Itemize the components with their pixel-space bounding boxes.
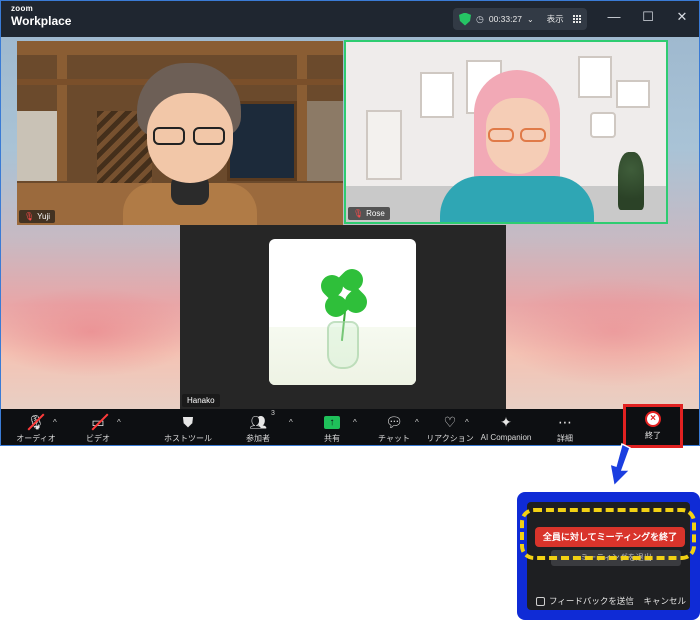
minimize-button[interactable]: — bbox=[607, 10, 621, 23]
title-bar: zoom Workplace ◷ 00:33:27 ⌄ 表示 — ☐ ✕ bbox=[1, 1, 699, 37]
avatar bbox=[123, 63, 257, 225]
share-label: 共有 bbox=[324, 434, 340, 443]
cancel-button[interactable]: キャンセル bbox=[643, 595, 686, 607]
video-stage: 🎙︎ Yuji 🎙︎ Rose Hanako bbox=[1, 37, 699, 409]
audio-label: オーディオ bbox=[16, 434, 56, 443]
feedback-label: フィードバックを送信 bbox=[549, 596, 634, 606]
mic-muted-icon: 🎙︎ bbox=[353, 209, 364, 218]
brand-big: Workplace bbox=[11, 14, 72, 28]
participant-name: Hanako bbox=[187, 396, 215, 405]
annotation-arrow bbox=[609, 442, 632, 488]
checkbox-icon[interactable] bbox=[536, 597, 545, 607]
background-cloud bbox=[499, 277, 699, 387]
annotation-highlight-ring bbox=[520, 508, 696, 560]
heart-icon: ♡ bbox=[443, 413, 457, 430]
chevron-down-icon[interactable]: ⌄ bbox=[527, 15, 534, 24]
shield-icon: ⛊ bbox=[182, 413, 194, 430]
participant-name-tag: 🎙︎ Rose bbox=[348, 207, 390, 220]
video-button[interactable]: ▭ ビデオ bbox=[63, 412, 133, 444]
zoom-logo: zoom Workplace bbox=[11, 4, 72, 28]
host-tools-label: ホストツール bbox=[164, 434, 212, 443]
chat-label: チャット bbox=[378, 434, 410, 443]
shield-icon[interactable] bbox=[459, 12, 471, 26]
video-tile-yuji[interactable]: 🎙︎ Yuji bbox=[17, 41, 343, 225]
audio-button[interactable]: 🎙︎ オーディオ bbox=[1, 412, 71, 444]
video-label: ビデオ bbox=[86, 434, 110, 443]
more-dots-icon: ⋯ bbox=[558, 413, 572, 430]
participant-name-tag: 🎙︎ Yuji bbox=[19, 210, 56, 223]
clock-icon: ◷ bbox=[476, 13, 484, 24]
share-options-caret[interactable]: ^ bbox=[353, 418, 357, 427]
participant-name: Rose bbox=[366, 209, 385, 218]
participant-name-tag: Hanako bbox=[182, 394, 220, 407]
grid-view-icon[interactable] bbox=[572, 15, 581, 23]
background-cloud bbox=[1, 287, 201, 377]
video-tile-hanako[interactable]: Hanako bbox=[180, 225, 506, 409]
more-label: 詳細 bbox=[557, 434, 573, 443]
more-button[interactable]: ⋯ 詳細 bbox=[530, 412, 600, 444]
popup-footer: フィードバックを送信 キャンセル bbox=[536, 595, 686, 607]
window-controls: — ☐ ✕ bbox=[607, 10, 689, 23]
audio-options-caret[interactable]: ^ bbox=[53, 418, 57, 427]
view-label[interactable]: 表示 bbox=[547, 13, 564, 25]
close-icon: × bbox=[645, 411, 661, 427]
maximize-button[interactable]: ☐ bbox=[641, 10, 655, 23]
share-button[interactable]: ↑ 共有 bbox=[297, 412, 367, 444]
reactions-options-caret[interactable]: ^ bbox=[465, 418, 469, 427]
meeting-toolbar: 🎙︎ オーディオ ^ ▭ ビデオ ^ ⛊ ホストツール 👥︎3 参加者 ^ ↑ … bbox=[1, 409, 699, 445]
close-window-button[interactable]: ✕ bbox=[675, 10, 689, 23]
zoom-window: zoom Workplace ◷ 00:33:27 ⌄ 表示 — ☐ ✕ 🎙︎ … bbox=[0, 0, 700, 446]
mic-muted-icon: 🎙︎ bbox=[24, 212, 35, 221]
brand-small: zoom bbox=[11, 4, 34, 13]
meeting-status-pill[interactable]: ◷ 00:33:27 ⌄ 表示 bbox=[453, 8, 587, 30]
video-tile-rose[interactable]: 🎙︎ Rose bbox=[344, 40, 668, 224]
reactions-label: リアクション bbox=[426, 434, 474, 443]
sparkle-icon: ✦ bbox=[500, 413, 512, 430]
feedback-checkbox-row[interactable]: フィードバックを送信 bbox=[536, 595, 634, 607]
share-screen-icon: ↑ bbox=[324, 415, 340, 429]
host-tools-button[interactable]: ⛊ ホストツール bbox=[153, 412, 223, 444]
participants-label: 参加者 bbox=[246, 434, 270, 443]
profile-picture bbox=[269, 239, 416, 385]
participants-count: 3 bbox=[270, 410, 275, 417]
participants-icon: 👥︎ bbox=[249, 413, 267, 430]
meeting-timer: 00:33:27 bbox=[488, 14, 522, 24]
participants-options-caret[interactable]: ^ bbox=[289, 418, 293, 427]
participant-name: Yuji bbox=[37, 212, 51, 221]
ai-companion-label: AI Companion bbox=[480, 433, 532, 442]
chat-icon: 💬︎ bbox=[385, 413, 403, 430]
video-options-caret[interactable]: ^ bbox=[117, 418, 121, 427]
participants-button[interactable]: 👥︎ 3 参加者 bbox=[223, 410, 293, 444]
